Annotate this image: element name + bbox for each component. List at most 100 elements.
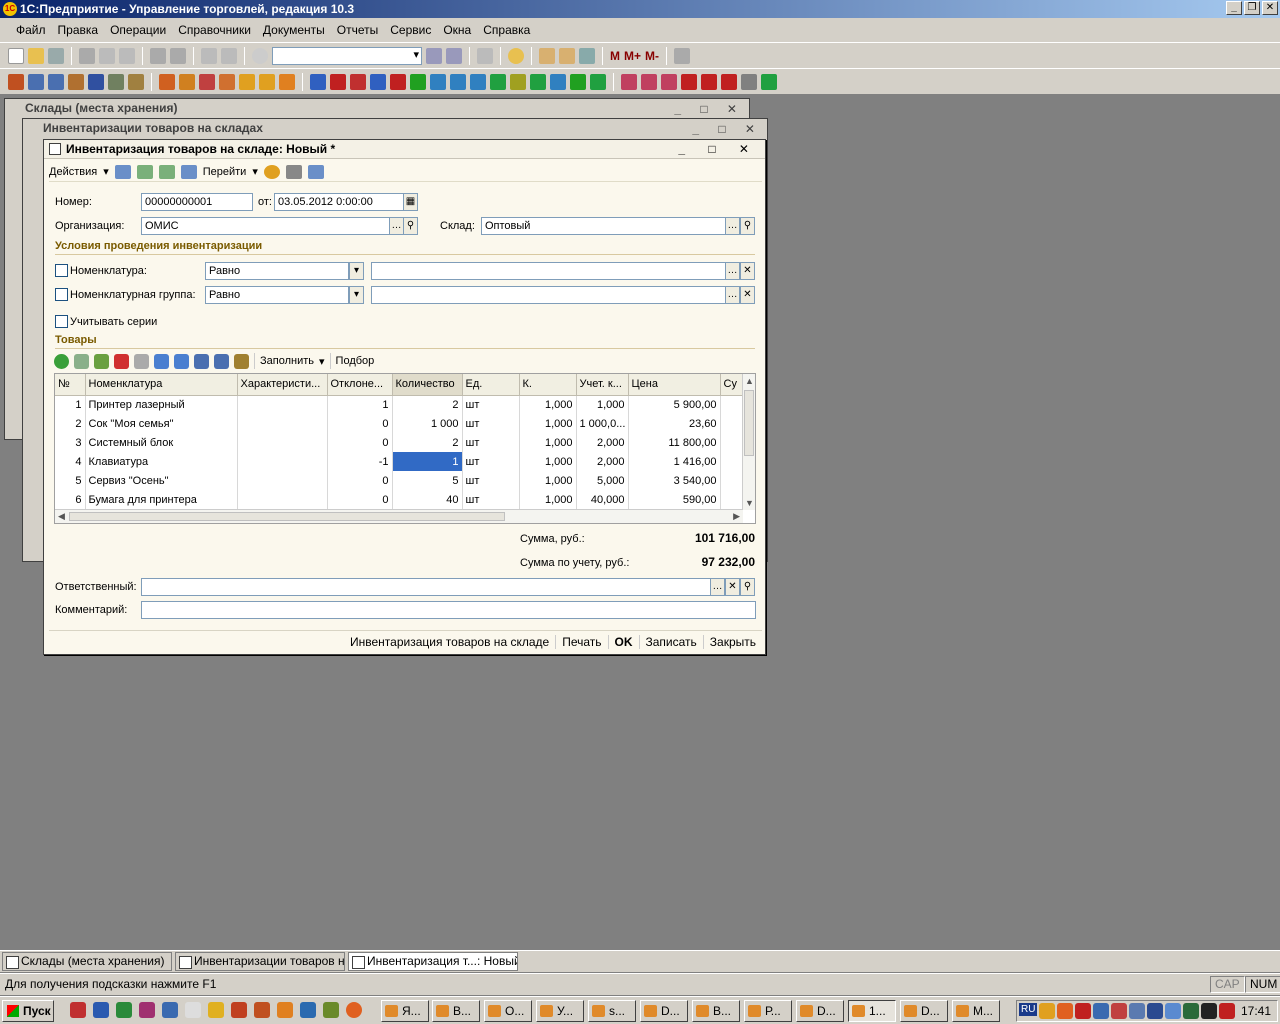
nomenclature-group-condition-select[interactable]: Равно (205, 286, 349, 304)
table-cell[interactable] (720, 452, 744, 471)
info-icon[interactable] (508, 47, 524, 64)
nomenclature-select-button[interactable]: … (725, 262, 740, 280)
scroll-left-icon[interactable]: ◀ (58, 511, 65, 522)
report1-icon[interactable] (621, 73, 637, 90)
add-doc-icon[interactable] (490, 73, 506, 90)
report3-icon[interactable] (661, 73, 677, 90)
org-select-button[interactable]: … (389, 217, 404, 235)
table-cell[interactable] (237, 395, 328, 414)
task-item[interactable]: О... (484, 1000, 532, 1022)
tray-volume-icon[interactable] (1111, 1003, 1127, 1019)
memory-button[interactable]: M (610, 49, 620, 63)
end-edit-icon[interactable] (134, 353, 149, 369)
transfer-icon[interactable] (350, 73, 366, 90)
window-controls[interactable]: _ □ ✕ (678, 140, 759, 159)
table-cell[interactable]: 1,000 (576, 395, 629, 414)
table-cell[interactable]: 40 (392, 490, 463, 509)
users-icon[interactable] (579, 47, 595, 64)
report6-icon[interactable] (741, 73, 757, 90)
move-up-icon[interactable] (154, 353, 169, 369)
exchange-icon[interactable] (470, 73, 486, 90)
quicklaunch-app-icon[interactable] (139, 1002, 155, 1018)
window-controls[interactable]: _ □ ✕ (674, 100, 745, 118)
prices-icon[interactable] (128, 73, 144, 90)
new-icon[interactable] (8, 47, 24, 64)
open-icon[interactable] (28, 47, 44, 64)
clear-icon[interactable]: ✕ (740, 262, 755, 280)
tray-app4-icon[interactable] (1165, 1003, 1181, 1019)
table-cell[interactable]: 1 (327, 395, 393, 414)
table-cell[interactable]: 1,000 (519, 433, 577, 452)
inventory-icon[interactable] (410, 73, 426, 90)
clear-icon[interactable]: ✕ (740, 286, 755, 304)
table-cell[interactable] (720, 490, 744, 509)
tray-app6-icon[interactable] (1201, 1003, 1217, 1019)
tray-app7-icon[interactable] (1219, 1003, 1235, 1019)
tray-app3-icon[interactable] (1147, 1003, 1163, 1019)
table-row[interactable]: 4 Клавиатура -1 1 шт 1,000 2,000 1 416,00 (55, 452, 744, 471)
tray-app2-icon[interactable] (1129, 1003, 1145, 1019)
report5-icon[interactable] (721, 73, 737, 90)
quicklaunch-notepad-icon[interactable] (185, 1002, 201, 1018)
quicklaunch-app5-icon[interactable] (323, 1002, 339, 1018)
menu-help[interactable]: Справка (477, 23, 536, 37)
comment-field[interactable] (141, 601, 756, 619)
table-cell[interactable]: 6 (55, 490, 86, 509)
task-item[interactable]: Я... (381, 1000, 429, 1022)
table-cell[interactable]: 5,000 (576, 471, 629, 490)
quicklaunch-firefox-icon[interactable] (346, 1002, 362, 1018)
org-open-icon[interactable]: ⚲ (403, 217, 418, 235)
table-cell[interactable]: 2,000 (576, 452, 629, 471)
table-row[interactable]: 5 Сервиз "Осень" 0 5 шт 1,000 5,000 3 540,00 (55, 471, 744, 490)
task-item[interactable]: D... (796, 1000, 844, 1022)
copy-icon[interactable] (99, 47, 115, 64)
col-sum[interactable]: Су (720, 374, 744, 396)
catalog-icon[interactable] (8, 73, 24, 90)
quicklaunch-app2-icon[interactable] (231, 1002, 247, 1018)
warehouse-field[interactable]: Оптовый (481, 217, 727, 235)
tray-app5-icon[interactable] (1183, 1003, 1199, 1019)
restore-button[interactable]: ❐ (1244, 1, 1260, 15)
warehouse-select-button[interactable]: … (725, 217, 740, 235)
tray-clock-app-icon[interactable] (1039, 1003, 1055, 1019)
table-horizontal-scrollbar[interactable]: ◀ ▶ (55, 509, 743, 523)
copy-doc-icon[interactable] (158, 164, 175, 179)
table-cell[interactable]: 1 000 (392, 414, 463, 433)
org-field[interactable]: ОМИС (141, 217, 391, 235)
reports-doc-icon[interactable] (450, 73, 466, 90)
col-deviation[interactable]: Отклоне... (327, 374, 393, 396)
check-doc-icon[interactable] (510, 73, 526, 90)
menu-windows[interactable]: Окна (437, 23, 477, 37)
nomenclature-condition-select[interactable]: Равно (205, 262, 349, 280)
report7-icon[interactable] (761, 73, 777, 90)
table-cell[interactable]: 0 (327, 471, 393, 490)
sum-report-icon[interactable] (701, 73, 717, 90)
table-cell[interactable]: -1 (327, 452, 393, 471)
task-item[interactable]: M... (952, 1000, 1000, 1022)
paste-icon[interactable] (119, 47, 135, 64)
task-item[interactable]: D... (640, 1000, 688, 1022)
quicklaunch-excel-icon[interactable] (116, 1002, 132, 1018)
warehouse-open-icon[interactable]: ⚲ (740, 217, 755, 235)
sales-icon[interactable] (199, 73, 215, 90)
close-doc-button[interactable]: Закрыть (702, 634, 762, 649)
tab-warehouses[interactable]: Склады (места хранения) (2, 952, 172, 971)
table-cell[interactable]: 0 (327, 414, 393, 433)
retail-icon[interactable] (239, 73, 255, 90)
fill-menu[interactable]: Заполнить (260, 355, 314, 367)
col-unit[interactable]: Ед. (462, 374, 520, 396)
table-cell[interactable]: 23,60 (628, 414, 721, 433)
menu-service[interactable]: Сервис (384, 23, 437, 37)
table-cell[interactable] (237, 490, 328, 509)
table-vertical-scrollbar[interactable]: ▲ ▼ (742, 374, 755, 510)
responsible-open-icon[interactable]: ⚲ (740, 578, 755, 596)
pick-button[interactable]: Подбор (336, 355, 375, 367)
table-cell[interactable]: шт (462, 414, 520, 433)
sort-asc-icon[interactable] (194, 353, 209, 369)
calculator-icon[interactable] (539, 47, 555, 64)
clear-icon[interactable]: ✕ (725, 578, 740, 596)
menu-file[interactable]: Файл (10, 23, 52, 37)
nomenclature-group-select-button[interactable]: … (725, 286, 740, 304)
table-cell[interactable]: 0 (327, 433, 393, 452)
table-cell[interactable]: 1 (392, 452, 463, 471)
